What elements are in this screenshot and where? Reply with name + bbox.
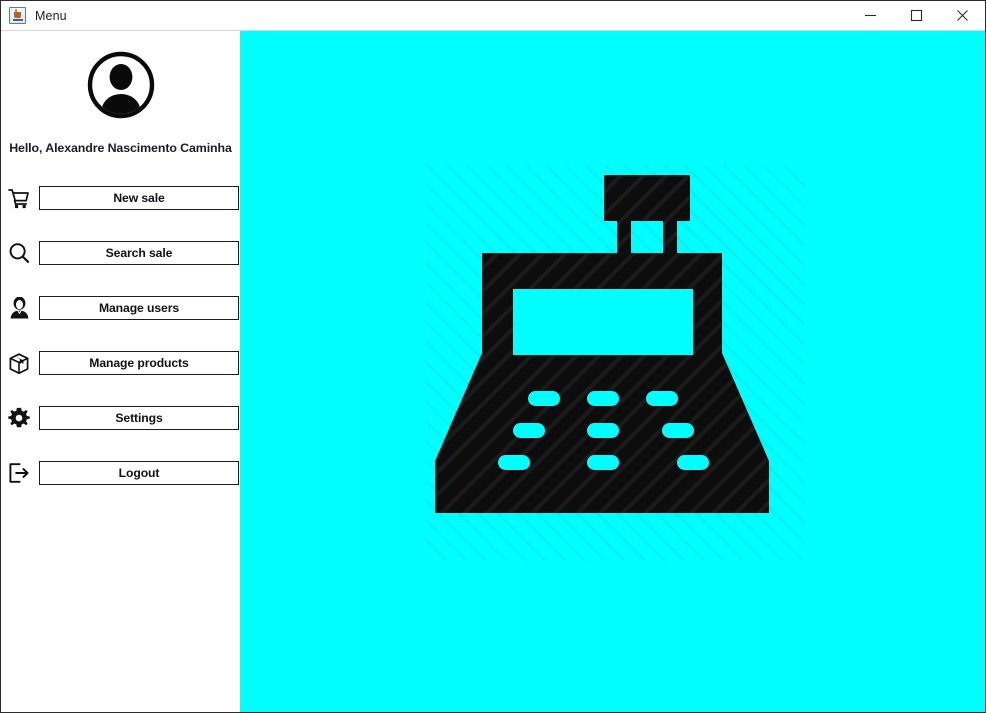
app-window: Menu Hello, Alexandre Nascimento Caminha… xyxy=(0,0,986,713)
box-package-icon xyxy=(4,349,34,377)
window-body: Hello, Alexandre Nascimento Caminha New … xyxy=(1,31,985,712)
title-bar: Menu xyxy=(1,1,985,31)
cash-register-icon xyxy=(435,175,769,513)
logout-button[interactable]: Logout xyxy=(39,461,239,485)
cash-register-illustration xyxy=(425,165,805,561)
gear-icon xyxy=(4,404,34,432)
sidebar-item-manage-users[interactable]: Manage users xyxy=(1,293,240,323)
sidebar-item-search-sale[interactable]: Search sale xyxy=(1,238,240,268)
sidebar-item-new-sale[interactable]: New sale xyxy=(1,183,240,213)
sidebar-menu: New sale Search sale Manage users Manage… xyxy=(1,183,240,488)
new-sale-button[interactable]: New sale xyxy=(39,186,239,210)
manage-products-button[interactable]: Manage products xyxy=(39,351,239,375)
sidebar-item-logout[interactable]: Logout xyxy=(1,458,240,488)
main-panel xyxy=(240,31,985,712)
close-button[interactable] xyxy=(939,1,985,31)
user-avatar-icon xyxy=(87,51,154,119)
minimize-button[interactable] xyxy=(847,1,893,31)
user-person-icon xyxy=(4,294,34,322)
sidebar-item-manage-products[interactable]: Manage products xyxy=(1,348,240,378)
java-coffee-cup-icon xyxy=(9,7,26,24)
avatar-container xyxy=(1,31,240,119)
window-title: Menu xyxy=(35,8,67,23)
title-bar-left: Menu xyxy=(1,7,67,24)
sidebar: Hello, Alexandre Nascimento Caminha New … xyxy=(1,31,240,712)
window-controls xyxy=(847,1,985,31)
sidebar-item-settings[interactable]: Settings xyxy=(1,403,240,433)
settings-button[interactable]: Settings xyxy=(39,406,239,430)
search-sale-button[interactable]: Search sale xyxy=(39,241,239,265)
magnifier-icon xyxy=(4,239,34,267)
manage-users-button[interactable]: Manage users xyxy=(39,296,239,320)
greeting-text: Hello, Alexandre Nascimento Caminha xyxy=(9,141,232,155)
maximize-button[interactable] xyxy=(893,1,939,31)
shopping-cart-icon xyxy=(4,184,34,212)
exit-arrow-icon xyxy=(4,459,34,487)
